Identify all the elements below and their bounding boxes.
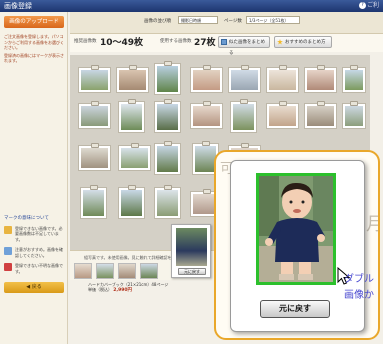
photo-thumbnail[interactable]: [342, 101, 366, 129]
info-bar: 推奨画像数 10〜49枚 使用する画像数 27枚 似た画像をまとめる おすすめの…: [70, 34, 383, 56]
photo-thumbnail[interactable]: [304, 101, 337, 129]
photo-thumbnail[interactable]: [116, 65, 149, 93]
legend-text: 注意がおすすめ。画像を確認してください。: [15, 247, 63, 258]
sort-select[interactable]: 撮影日時順: [178, 16, 218, 24]
zoom-callout: 可能 月: [214, 150, 380, 340]
photo-thumbnail[interactable]: [190, 101, 223, 129]
photo-thumbnail[interactable]: [78, 143, 111, 171]
strip-thumbnail[interactable]: [140, 263, 158, 279]
strip-thumbnail[interactable]: [74, 263, 92, 279]
strip-thumbnail[interactable]: [118, 263, 136, 279]
window-title: 画像登録: [4, 2, 32, 10]
side-caption: ダブル: [344, 274, 374, 285]
photo-thumbnail[interactable]: [118, 185, 145, 219]
mark-legend: マークの意味について 登録できない画像です。必要画像数は不足しています。 注意が…: [4, 216, 64, 279]
sidebar-note: ご注文画像を登録します。パソコンからご利用する画像をお選びください。: [4, 34, 64, 50]
legend-row: 登録できない画像です。必要画像数は不足しています。: [4, 225, 64, 243]
photo-thumbnail[interactable]: [118, 143, 151, 171]
upload-button[interactable]: 画像のアップロード: [4, 16, 64, 28]
star-icon: [277, 39, 283, 45]
price-value: 2,990円: [113, 288, 133, 293]
photo-thumbnail[interactable]: [78, 65, 111, 93]
legend-title[interactable]: マークの意味について: [4, 216, 64, 222]
photo-thumbnail[interactable]: [266, 101, 299, 129]
stack-icon: [221, 39, 227, 45]
legend-row: 注意がおすすめ。画像を確認してください。: [4, 247, 64, 258]
zoomed-photo[interactable]: [256, 173, 336, 285]
toolbar: 画像の並び順 撮影日時順 ページ数 1/3ページ（全51枚）: [70, 12, 383, 34]
strip-note: 組写真です。未使用画像。見に触れて詳細確認を: [84, 255, 172, 260]
selected-photo-card: 元に戻す: [171, 224, 211, 278]
page-label: ページ数: [224, 19, 242, 24]
photo-thumbnail[interactable]: [230, 99, 257, 133]
selected-photo[interactable]: [176, 228, 207, 266]
photo-thumbnail[interactable]: [304, 65, 337, 93]
help-icon: ?: [358, 2, 366, 9]
back-button[interactable]: ◀ 戻る: [4, 282, 64, 293]
photo-thumbnail[interactable]: [80, 185, 107, 219]
page-select[interactable]: 1/3ページ（全51枚）: [246, 16, 300, 24]
child-photo-graphic: [259, 176, 333, 282]
used-count-label: 使用する画像数: [160, 39, 192, 44]
error-mark-icon: [4, 263, 12, 271]
sidebar-notes: ご注文画像を登録します。パソコンからご利用する画像をお選びください。 登録済の画…: [4, 34, 64, 66]
legend-text: 登録できない不明な画像です。: [15, 263, 63, 274]
photo-thumbnail[interactable]: [154, 141, 181, 175]
background-text: 月: [366, 210, 378, 236]
sidebar: 画像のアップロード ご注文画像を登録します。パソコンからご利用する画像をお選びく…: [0, 12, 68, 344]
sort-label: 画像の並び順: [144, 19, 171, 24]
photo-thumbnail[interactable]: [154, 99, 181, 133]
recommend-button[interactable]: おすすめのまとめ方: [274, 36, 332, 48]
window-titlebar: 画像登録 ? ご利: [0, 0, 383, 12]
legend-row: 登録できない不明な画像です。: [4, 263, 64, 274]
photo-thumbnail[interactable]: [228, 65, 261, 93]
help-link[interactable]: ? ご利: [358, 0, 379, 12]
zoomed-photo-card: 元に戻す: [230, 160, 365, 332]
used-count-value: 27枚: [194, 38, 216, 48]
photo-thumbnail[interactable]: [154, 185, 181, 219]
photo-thumbnail[interactable]: [342, 65, 366, 93]
side-caption: 画像か: [344, 290, 374, 301]
photo-thumbnail[interactable]: [190, 65, 223, 93]
info-mark-icon: [4, 247, 12, 255]
required-count-value: 10〜49枚: [100, 38, 144, 48]
restore-button-small[interactable]: 元に戻す: [178, 268, 206, 275]
required-count-label: 推奨画像数: [74, 39, 97, 44]
photo-thumbnail[interactable]: [118, 99, 145, 133]
price-row: 単価（税込） 2,990円: [88, 287, 133, 293]
photo-thumbnail[interactable]: [78, 101, 111, 129]
strip-thumbnail[interactable]: [96, 263, 114, 279]
photo-thumbnail[interactable]: [154, 61, 181, 95]
restore-button[interactable]: 元に戻す: [260, 300, 330, 318]
warning-mark-icon: [4, 225, 12, 234]
legend-text: 登録できない画像です。必要画像数は不足しています。: [15, 225, 63, 242]
order-footer: ハードカバーブック（21×21cm）48ページ 単価（税込） 2,990円: [70, 280, 230, 300]
photo-thumbnail[interactable]: [266, 65, 299, 93]
group-similar-button[interactable]: 似た画像をまとめる: [218, 36, 270, 56]
sidebar-note: 登録済の画像にはマークが表示されます。: [4, 52, 64, 64]
